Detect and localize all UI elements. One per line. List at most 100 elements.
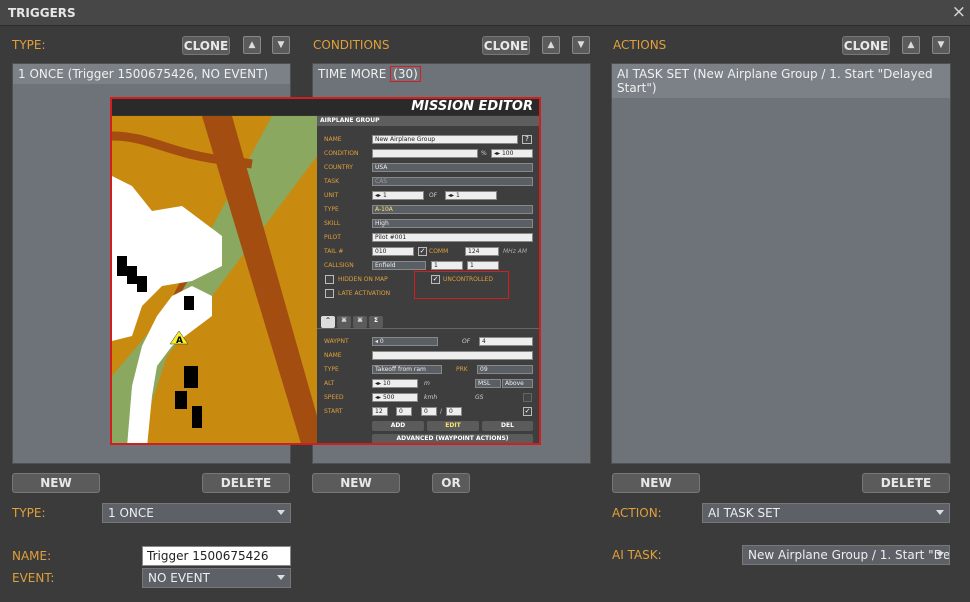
- add-waypoint-button[interactable]: ADD: [372, 421, 424, 431]
- task-select[interactable]: CAS: [372, 177, 533, 186]
- unit-total-spinner[interactable]: ◂▸ 1: [445, 191, 497, 200]
- map-structure: [184, 296, 194, 310]
- uncontrolled-label: UNCONTROLLED: [443, 276, 493, 283]
- move-down-condition-button[interactable]: ▼: [572, 36, 590, 54]
- move-up-condition-button[interactable]: ▲: [542, 36, 560, 54]
- clone-condition-button[interactable]: CLONE: [482, 36, 530, 55]
- waypoint-type-label: TYPE: [324, 366, 339, 373]
- window-title: TRIGGERS: [8, 6, 76, 20]
- move-up-type-button[interactable]: ▲: [243, 36, 261, 54]
- clone-type-button[interactable]: CLONE: [182, 36, 230, 55]
- waypoint-type-select[interactable]: Takeoff from ram: [372, 365, 442, 374]
- name-input[interactable]: Trigger 1500675426: [142, 546, 291, 566]
- pilot-input[interactable]: Pilot #001: [372, 233, 533, 242]
- chevron-down-icon: [277, 575, 285, 580]
- waypoint-label: WAYPNT: [324, 338, 349, 345]
- start-checkbox[interactable]: ✓: [523, 407, 532, 416]
- type-label: TYPE:: [12, 506, 46, 520]
- help-icon[interactable]: ?: [522, 135, 532, 144]
- alt-above-select[interactable]: Above: [502, 379, 533, 388]
- name-label: NAME:: [12, 549, 52, 563]
- pilot-label: PILOT: [324, 234, 341, 241]
- mission-editor-inset: MISSION EDITOR A AIRPLANE GROUP NAME New…: [110, 97, 541, 445]
- comm-unit: MHz AM: [503, 248, 528, 255]
- comm-input[interactable]: 124: [465, 247, 499, 256]
- waypoint-name-input[interactable]: [372, 351, 533, 360]
- edit-waypoint-button[interactable]: EDIT: [427, 421, 479, 431]
- mission-editor-title: MISSION EDITOR: [112, 99, 539, 115]
- group-name-input[interactable]: New Airplane Group: [372, 135, 518, 144]
- event-label: EVENT:: [12, 571, 55, 585]
- speed-label: SPEED: [324, 394, 344, 401]
- delete-waypoint-button[interactable]: DEL: [482, 421, 533, 431]
- unit-spinner-value: 1: [382, 192, 387, 199]
- condition-list-item[interactable]: TIME MORE (30): [313, 64, 590, 84]
- advanced-waypoint-actions-button[interactable]: ADVANCED (WAYPOINT ACTIONS): [372, 434, 533, 443]
- alt-reference-select[interactable]: MSL: [475, 379, 501, 388]
- skill-select[interactable]: High: [372, 219, 533, 228]
- speed-spinner[interactable]: ◂▸ 500: [372, 393, 418, 402]
- action-select[interactable]: AI TASK SET: [702, 503, 950, 523]
- country-select[interactable]: USA: [372, 163, 533, 172]
- airplane-group-panel: AIRPLANE GROUP NAME New Airplane Group ?…: [317, 116, 539, 443]
- start-day[interactable]: 0: [446, 407, 462, 416]
- new-condition-button[interactable]: NEW: [312, 473, 400, 493]
- map-building: [220, 152, 240, 176]
- type-select[interactable]: 1 ONCE: [102, 503, 291, 523]
- skill-label: SKILL: [324, 220, 341, 227]
- event-select[interactable]: NO EVENT: [142, 568, 291, 588]
- tail-label: TAIL #: [324, 248, 344, 255]
- action-list-item[interactable]: AI TASK SET (New Airplane Group / 1. Sta…: [612, 64, 950, 98]
- tab-triggered[interactable]: ⌘: [337, 316, 351, 328]
- task-label: TASK: [324, 178, 340, 185]
- delete-action-button[interactable]: DELETE: [862, 473, 950, 493]
- tab-route[interactable]: ^: [321, 316, 335, 328]
- type-list-item[interactable]: 1 ONCE (Trigger 1500675426, NO EVENT): [13, 64, 290, 84]
- ai-task-select[interactable]: New Airplane Group / 1. Start "Dela: [742, 545, 950, 565]
- new-action-button[interactable]: NEW: [612, 473, 700, 493]
- start-hours[interactable]: 12: [372, 407, 388, 416]
- type-label: TYPE: [324, 206, 339, 213]
- comm-checkbox[interactable]: ✓: [418, 247, 427, 256]
- parking-label: PRK: [456, 366, 468, 373]
- spinner-arrows-icon: ◂▸: [375, 192, 383, 199]
- waypoint-name-label: NAME: [324, 352, 342, 359]
- close-icon[interactable]: ×: [952, 2, 966, 22]
- start-seconds[interactable]: 0: [421, 407, 437, 416]
- callsign-number-1[interactable]: 1: [431, 261, 463, 270]
- unit-label: UNIT: [324, 192, 339, 199]
- move-up-action-button[interactable]: ▲: [902, 36, 920, 54]
- or-condition-button[interactable]: OR: [432, 473, 470, 493]
- tab-summary[interactable]: Σ: [369, 316, 383, 328]
- condition-label: CONDITION: [324, 150, 359, 157]
- start-label: START: [324, 408, 343, 415]
- move-down-action-button[interactable]: ▼: [932, 36, 950, 54]
- late-activation-checkbox[interactable]: [325, 289, 334, 298]
- gs-checkbox[interactable]: [523, 393, 532, 402]
- actions-list[interactable]: AI TASK SET (New Airplane Group / 1. Sta…: [611, 63, 951, 464]
- hidden-on-map-checkbox[interactable]: [325, 275, 334, 284]
- parking-select[interactable]: 09: [477, 365, 533, 374]
- callsign-number-2[interactable]: 1: [467, 261, 499, 270]
- uncontrolled-checkbox[interactable]: ✓: [431, 275, 440, 284]
- tail-input[interactable]: 010: [372, 247, 414, 256]
- tab-options[interactable]: ⌘: [353, 316, 367, 328]
- ai-task-select-value: New Airplane Group / 1. Start "Dela: [748, 548, 950, 562]
- action-select-value: AI TASK SET: [708, 506, 780, 520]
- country-label: COUNTRY: [324, 164, 353, 171]
- late-activation-label: LATE ACTIVATION: [338, 290, 391, 297]
- condition-input[interactable]: [372, 149, 478, 158]
- callsign-select[interactable]: Enfield: [372, 261, 426, 270]
- start-minutes[interactable]: 0: [396, 407, 412, 416]
- alt-spinner[interactable]: ◂▸ 10: [372, 379, 418, 388]
- start-separator: /: [440, 408, 443, 415]
- spinner-arrows-icon: ◂▸: [375, 394, 383, 401]
- move-down-type-button[interactable]: ▼: [272, 36, 290, 54]
- clone-action-button[interactable]: CLONE: [842, 36, 890, 55]
- aircraft-type-select[interactable]: A-10A: [372, 205, 533, 214]
- new-type-button[interactable]: NEW: [12, 473, 100, 493]
- delete-type-button[interactable]: DELETE: [202, 473, 290, 493]
- waypoint-select[interactable]: ◂ 0: [372, 337, 438, 346]
- condition-spinner[interactable]: ◂▸ 100: [491, 149, 533, 158]
- unit-spinner[interactable]: ◂▸ 1: [372, 191, 424, 200]
